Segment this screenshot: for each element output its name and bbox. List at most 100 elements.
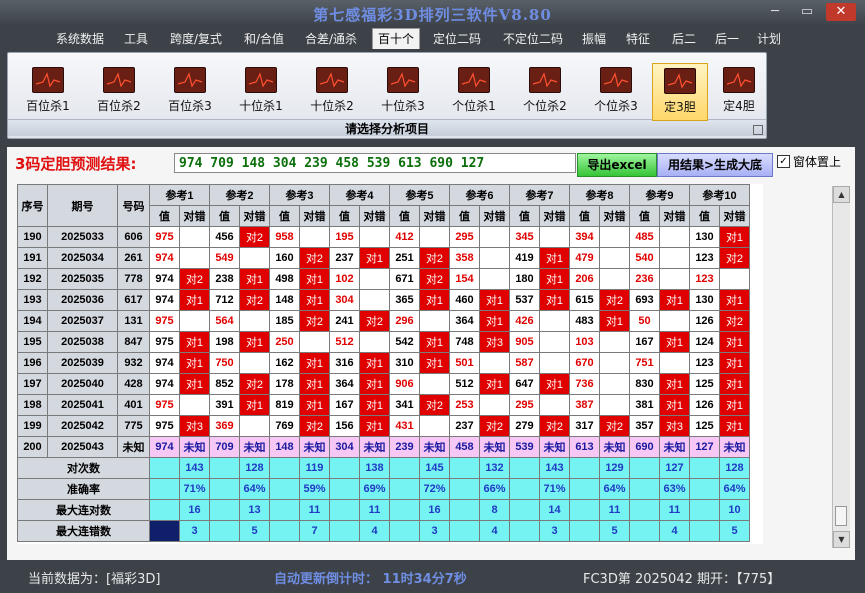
menu-item[interactable]: 定位二码 <box>427 29 487 49</box>
table-row[interactable]: 195 2025038 847 975 对1 198 对1 250 512 542 对1 748 对3 9… <box>17 331 750 353</box>
row-seq: 192 <box>17 268 48 290</box>
row-code: 778 <box>117 268 150 290</box>
stat-spacer <box>389 478 420 500</box>
stat-spacer <box>689 520 720 542</box>
result-header: 对错 <box>359 205 390 227</box>
ref-value: 130 <box>689 226 720 248</box>
stat-spacer <box>449 478 480 500</box>
menu-item[interactable]: 和/合值 <box>238 29 290 49</box>
ref-value: 295 <box>449 226 480 248</box>
ribbon-button[interactable]: 十位杀1 <box>227 63 295 119</box>
menu-item[interactable]: 特征 <box>620 29 656 49</box>
ribbon-button[interactable]: 定3胆 <box>652 63 708 121</box>
ref-result <box>659 310 690 332</box>
ref-value: 613 <box>569 436 600 458</box>
stat-spacer <box>209 457 240 479</box>
ref-value: 250 <box>269 331 300 353</box>
table-row[interactable]: 199 2025042 775 975 对3 369 769 对2 156 对1 431 237 对2 2… <box>17 415 750 437</box>
code-header: 号码 <box>117 184 150 227</box>
stat-value: 11 <box>659 499 690 521</box>
stat-value: 143 <box>179 457 210 479</box>
table-row[interactable]: 193 2025036 617 974 对1 712 对2 148 对1 304 365 对1 460 对… <box>17 289 750 311</box>
ref-value: 906 <box>389 373 420 395</box>
ribbon-button[interactable]: 个位杀2 <box>511 63 579 119</box>
ref-result: 对3 <box>179 415 210 437</box>
ref-result: 对1 <box>599 310 630 332</box>
menu-item[interactable]: 后二 <box>667 29 701 49</box>
table-row[interactable]: 191 2025034 261 974 549 160 对2 237 对1 251 对2 358 419… <box>17 247 750 269</box>
prediction-result-field[interactable]: 974 709 148 304 239 458 539 613 690 127 <box>174 153 576 173</box>
ref-value: 501 <box>449 352 480 374</box>
ribbon-button[interactable]: 个位杀3 <box>582 63 650 119</box>
menu-item[interactable]: 计划 <box>752 29 786 49</box>
menu-item[interactable]: 合差/通杀 <box>299 29 363 49</box>
scroll-thumb[interactable] <box>835 506 847 526</box>
close-button[interactable]: ✕ <box>826 3 856 21</box>
stay-on-top-checkbox[interactable]: ✓ <box>777 155 790 168</box>
ref-result: 对2 <box>359 310 390 332</box>
menu-item[interactable]: 跨度/复式 <box>163 29 229 49</box>
ref-result <box>299 331 330 353</box>
vertical-scrollbar[interactable]: ▲ ▼ <box>832 186 850 548</box>
ref-result: 对1 <box>299 373 330 395</box>
stat-value: 3 <box>179 520 210 542</box>
ref-value: 304 <box>329 436 360 458</box>
stat-spacer <box>449 520 480 542</box>
ref-value: 549 <box>209 247 240 269</box>
menu-item[interactable]: 工具 <box>120 29 152 49</box>
row-period: 2025034 <box>47 247 118 269</box>
ref-value: 975 <box>149 226 180 248</box>
table-row[interactable]: 196 2025039 932 974 对1 750 162 对1 316 对1 310 对1 501 5… <box>17 352 750 374</box>
table-row[interactable]: 198 2025041 401 975 391 对1 819 对1 167 对1 341 对2 253 2… <box>17 394 750 416</box>
ref-header: 参考7 <box>509 184 570 206</box>
ribbon-button[interactable]: 十位杀3 <box>369 63 437 119</box>
ref-value: 736 <box>569 373 600 395</box>
scroll-up-icon[interactable]: ▲ <box>833 186 850 203</box>
menu-item[interactable]: 振幅 <box>577 29 611 49</box>
menu-item[interactable]: 百十个 <box>372 28 420 49</box>
prediction-label: 3码定胆预测结果: <box>15 155 137 173</box>
table-row[interactable]: 194 2025037 131 975 564 185 对2 241 对2 296 364 对1 426… <box>17 310 750 332</box>
table-row[interactable]: 192 2025035 778 974 对2 238 对1 498 对1 102 671 对2 154 1… <box>17 268 750 290</box>
ref-value: 670 <box>569 352 600 374</box>
ribbon-button-label: 定3胆 <box>664 100 696 114</box>
ribbon-button[interactable]: 百位杀3 <box>156 63 224 119</box>
ref-value: 485 <box>629 226 660 248</box>
stat-spacer <box>449 457 480 479</box>
ribbon-button[interactable]: 定4胆 <box>712 63 766 119</box>
maximize-button[interactable]: ▭ <box>792 3 822 21</box>
minimize-button[interactable]: ─ <box>760 3 790 21</box>
ref-result: 对1 <box>719 373 750 395</box>
ref-result: 对1 <box>299 289 330 311</box>
ref-result: 对1 <box>299 394 330 416</box>
ref-value: 279 <box>509 415 540 437</box>
table-row[interactable]: 197 2025040 428 974 对1 852 对2 178 对1 364 对1 906 512 对… <box>17 373 750 395</box>
ribbon-caption: 请选择分析项目 <box>8 119 766 136</box>
export-excel-button[interactable]: 导出excel <box>577 153 657 177</box>
ribbon-button[interactable]: 十位杀2 <box>298 63 366 119</box>
ref-result: 对1 <box>539 289 570 311</box>
ref-result <box>239 415 270 437</box>
pending-row[interactable]: 200 2025043 未知 974 未知 709 未知 148 未知 304 未知 239 未知 458… <box>17 436 750 458</box>
ref-result: 对1 <box>719 415 750 437</box>
row-seq: 199 <box>17 415 48 437</box>
ref-value: 975 <box>149 415 180 437</box>
scroll-down-icon[interactable]: ▼ <box>833 531 850 548</box>
menu-item[interactable]: 系统数据 <box>50 29 110 49</box>
ref-header: 参考1 <box>149 184 210 206</box>
ref-value: 974 <box>149 268 180 290</box>
menu-item[interactable]: 后一 <box>710 29 744 49</box>
ref-value: 391 <box>209 394 240 416</box>
stat-value: 132 <box>479 457 510 479</box>
ref-result: 对1 <box>239 331 270 353</box>
menu-item[interactable]: 不定位二码 <box>495 29 571 49</box>
ribbon-expand-icon[interactable] <box>753 125 763 135</box>
ref-value: 154 <box>449 268 480 290</box>
stat-row: 对次数 143 128 119 138 145 132 143 129 127 128 <box>17 457 750 479</box>
ribbon-button[interactable]: 个位杀1 <box>440 63 508 119</box>
main-panel: 3码定胆预测结果: 974 709 148 304 239 458 539 61… <box>7 147 855 560</box>
generate-base-button[interactable]: 用结果>生成大底 <box>657 153 773 177</box>
ribbon-button[interactable]: 百位杀1 <box>14 63 82 119</box>
table-row[interactable]: 190 2025033 606 975 456 对2 958 195 412 295 345 394 4… <box>17 226 750 248</box>
ribbon-button[interactable]: 百位杀2 <box>85 63 153 119</box>
